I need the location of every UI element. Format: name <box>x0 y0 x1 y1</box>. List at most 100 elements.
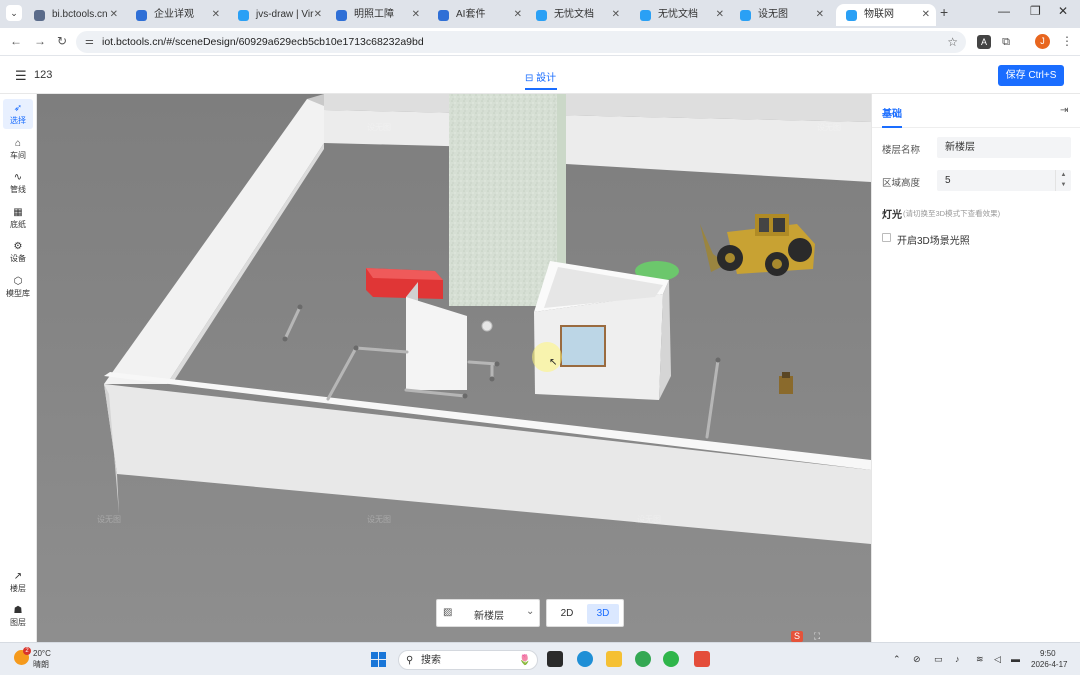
scene-canvas[interactable]: ↖ 设无图设无图 设无图 设无图 设无图 <box>37 94 871 642</box>
taskbar-search-placeholder: 搜索 <box>421 655 441 666</box>
tool-device[interactable]: ⚙ 设备 <box>3 237 33 267</box>
floorplan-icon: ▦ <box>13 206 23 218</box>
browser-tab[interactable]: 明照工障 ✕ <box>326 4 426 26</box>
new-tab-icon[interactable]: + <box>940 4 948 20</box>
tray-mic-icon[interactable]: ♪ <box>955 654 960 664</box>
start-windows-icon[interactable] <box>371 652 386 667</box>
site-info-icon[interactable]: ⚌ <box>85 31 94 53</box>
url-text: iot.bctools.cn/#/sceneDesign/60929a629ec… <box>102 36 424 48</box>
collapse-panel-icon[interactable]: ⇥ <box>1060 105 1068 116</box>
chrome-icon[interactable] <box>635 651 651 667</box>
menu-icon[interactable]: ☰ <box>15 68 27 84</box>
close-window-icon[interactable]: ✕ <box>1058 4 1068 18</box>
close-tab-icon[interactable]: ✕ <box>412 4 420 26</box>
search-icon: ⚲ <box>406 655 414 666</box>
chart-icon: ↗ <box>13 571 23 582</box>
bookmark-star-icon[interactable]: ☆ <box>947 31 958 53</box>
close-tab-icon[interactable]: ✕ <box>716 4 724 26</box>
room-box[interactable]: ↖ <box>532 261 671 400</box>
minimize-icon[interactable]: — <box>998 4 1010 18</box>
left-toolbar: ➶ 选择 ⌂ 车间 ∿ 管线 ▦ 底纸 ⚙ 设备 ⬡ 模型库 ↗ 楼层 ☗ 图层 <box>0 94 37 642</box>
fullscreen-icon[interactable]: ⛶ <box>811 631 823 642</box>
file-explorer-icon[interactable] <box>606 651 622 667</box>
svg-text:设无图: 设无图 <box>367 514 391 524</box>
close-tab-icon[interactable]: ✕ <box>212 4 220 26</box>
tray-display-icon[interactable]: ▭ <box>934 654 943 665</box>
clock-date[interactable]: 2026-4-17 <box>1031 660 1067 669</box>
area-height-value: 5 <box>945 175 951 186</box>
tool-label: 图层 <box>10 618 26 627</box>
workshop-icon: ⌂ <box>14 137 22 149</box>
close-tab-icon[interactable]: ✕ <box>922 4 930 26</box>
close-tab-icon[interactable]: ✕ <box>514 4 522 26</box>
mode-2d-button[interactable]: 2D <box>551 604 583 624</box>
wechat-icon[interactable] <box>663 651 679 667</box>
tool-label: 管线 <box>10 185 26 194</box>
edge-browser-icon[interactable] <box>577 651 593 667</box>
clock-time[interactable]: 9:50 <box>1040 649 1056 658</box>
browser-tab[interactable]: 物联网 ✕ <box>836 4 936 26</box>
tool-workshop[interactable]: ⌂ 车间 <box>3 134 33 164</box>
maximize-icon[interactable]: ❐ <box>1030 4 1041 18</box>
tool-pipeline[interactable]: ∿ 管线 <box>3 168 33 198</box>
address-bar[interactable]: ⚌ iot.bctools.cn/#/sceneDesign/60929a629… <box>76 31 966 53</box>
browser-tab[interactable]: bi.bctools.cn ✕ <box>24 4 124 26</box>
favicon-icon <box>238 10 249 21</box>
browser-tab[interactable]: AI套件 ✕ <box>428 4 528 26</box>
stepper-arrows-icon[interactable]: ▲ ▼ <box>1055 170 1071 191</box>
profile-avatar[interactable]: J <box>1035 34 1050 49</box>
svg-text:设无图: 设无图 <box>97 514 121 524</box>
tool-layers[interactable]: ☗ 图层 <box>3 601 33 631</box>
area-height-stepper[interactable]: 5 ▲ ▼ <box>937 170 1071 191</box>
mode-3d-button[interactable]: 3D <box>587 604 619 624</box>
light-checkbox-label[interactable]: 开启3D场景光照 <box>897 232 970 247</box>
tool-cursor[interactable]: ➶ 选择 <box>3 99 33 129</box>
floor-selector[interactable]: ▨ 新楼层 ⌄ <box>436 599 540 627</box>
close-tab-icon[interactable]: ✕ <box>110 4 118 26</box>
tool-chart[interactable]: ↗ 楼层 <box>3 567 33 597</box>
browser-tab[interactable]: 企业详观 ✕ <box>126 4 226 26</box>
forward-icon[interactable]: → <box>34 34 46 48</box>
tab-search-icon[interactable]: ⌄ <box>6 5 22 21</box>
volume-icon[interactable]: ◁ <box>994 654 1001 665</box>
tray-chevron-up-icon[interactable]: ⌃ <box>893 654 901 665</box>
app-icon[interactable] <box>694 651 710 667</box>
wifi-icon[interactable]: ≋ <box>976 654 984 665</box>
view-mode-toggle: 2D 3D <box>546 599 624 627</box>
weather-description: 晴朗 <box>33 660 49 669</box>
tool-model-library[interactable]: ⬡ 模型库 <box>3 272 33 302</box>
close-tab-icon[interactable]: ✕ <box>314 4 322 26</box>
design-tab-underline <box>525 88 557 90</box>
light-checkbox[interactable] <box>882 233 891 242</box>
taskbar-search[interactable]: ⚲ 搜索 🌷 <box>398 650 538 670</box>
extension-a-icon[interactable]: A <box>977 35 991 49</box>
browser-tab-label: 无忧文档 <box>554 9 594 20</box>
browser-tab[interactable]: 无忧文档 ✕ <box>630 4 730 26</box>
back-icon[interactable]: ← <box>10 34 22 48</box>
extensions-puzzle-icon[interactable]: ⧉ <box>999 35 1013 49</box>
browser-tab[interactable]: jvs-draw | Vir ✕ <box>228 4 328 26</box>
tool-floorplan[interactable]: ▦ 底纸 <box>3 203 33 233</box>
browser-menu-icon[interactable]: ⋮ <box>1061 34 1073 48</box>
app-header: ☰ 123 ⊟ 設计 保存 Ctrl+S <box>0 56 1080 94</box>
tab-underline <box>882 126 902 128</box>
task-view-icon[interactable] <box>547 651 563 667</box>
save-button[interactable]: 保存 Ctrl+S <box>998 65 1064 86</box>
scene-viewport[interactable]: ↖ 设无图 设无图 设无图 设无图 设无图 S ⛶ <box>37 94 871 642</box>
close-tab-icon[interactable]: ✕ <box>612 4 620 26</box>
reload-icon[interactable]: ↻ <box>57 34 67 48</box>
tool-label: 楼层 <box>10 584 26 593</box>
floor-name-field[interactable]: 新楼层 <box>937 137 1071 158</box>
browser-tab[interactable]: 设无图 ✕ <box>730 4 830 26</box>
close-tab-icon[interactable]: ✕ <box>816 4 824 26</box>
tab-basic[interactable]: 基础 <box>882 105 902 120</box>
light-section-note: (请切换至3D模式下查看效果) <box>903 209 1001 218</box>
red-box-model[interactable] <box>366 268 443 299</box>
sphere-model[interactable] <box>481 320 493 332</box>
browser-tab[interactable]: 无忧文档 ✕ <box>526 4 626 26</box>
tray-app-icon[interactable]: ⊘ <box>913 654 921 665</box>
window-model[interactable] <box>560 325 606 367</box>
logo-icon[interactable]: S <box>791 631 803 642</box>
battery-icon[interactable]: ▬ <box>1011 654 1020 664</box>
tab-design[interactable]: ⊟ 設计 <box>525 69 556 84</box>
